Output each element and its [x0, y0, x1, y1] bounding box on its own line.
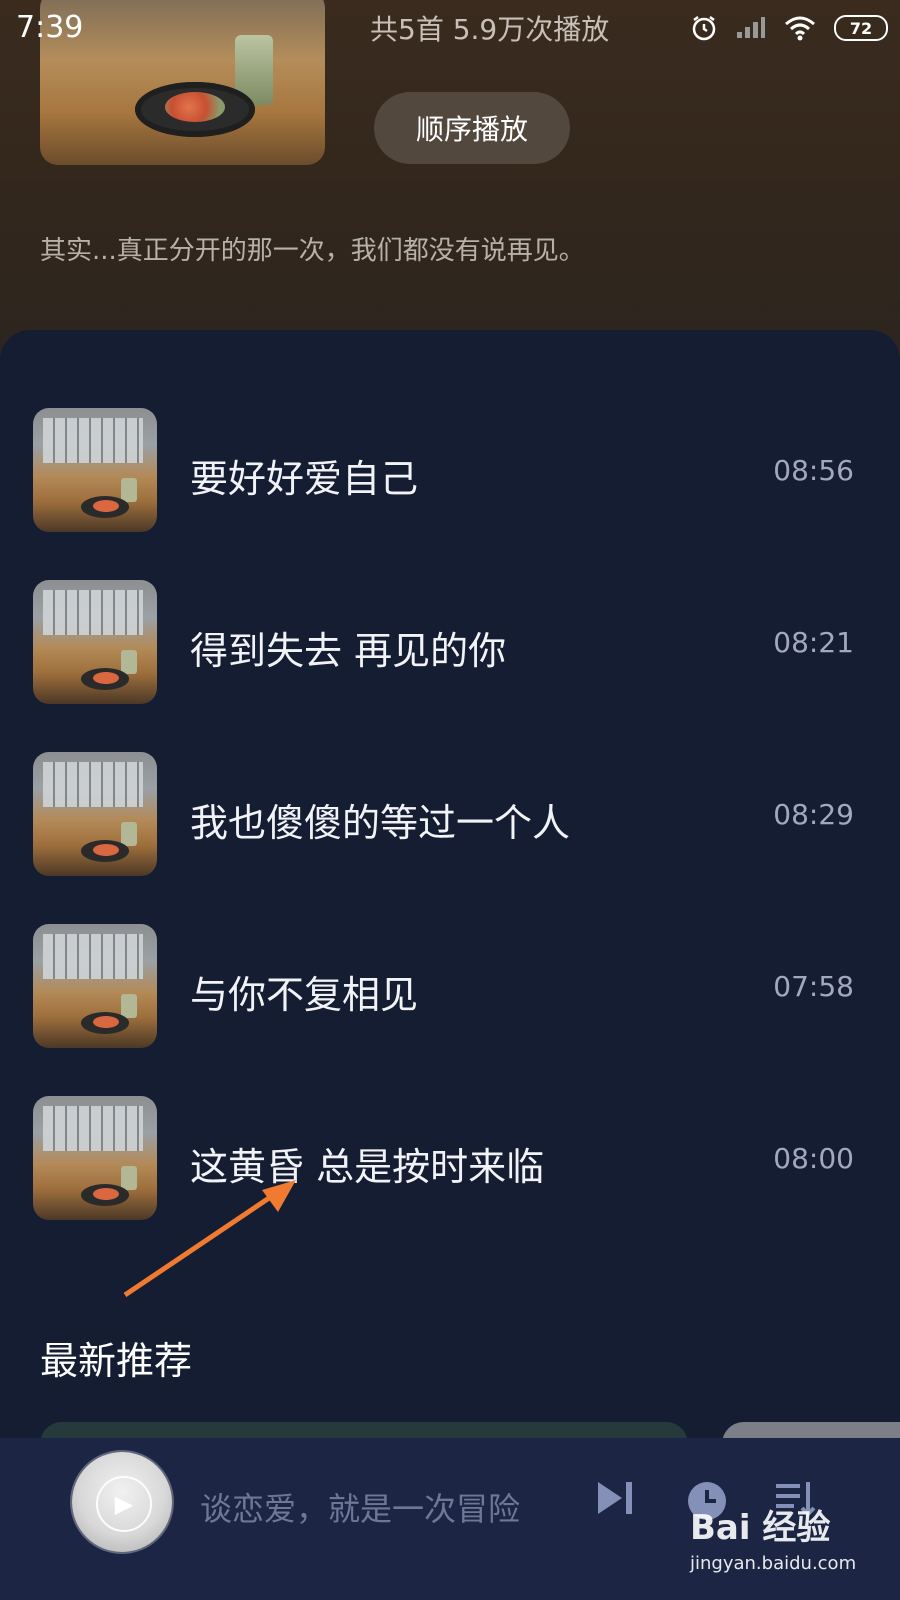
playlist-description: 其实...真正分开的那一次，我们都没有说再见。 [40, 236, 585, 266]
annotation-label: 最新推荐 [40, 1339, 193, 1383]
song-title: 与你不复相见 [190, 973, 419, 1017]
status-time: 7:39 [16, 10, 84, 45]
song-row[interactable]: 我也傻傻的等过一个人 08:29 [0, 752, 900, 876]
song-title: 得到失去 再见的你 [190, 629, 507, 673]
play-icon[interactable]: ▶ [96, 1476, 152, 1532]
watermark-url: jingyan.baidu.com [690, 1553, 857, 1574]
wifi-icon [785, 16, 815, 41]
battery-icon: 72 [834, 15, 888, 41]
playlist-stats: 共5首 5.9万次播放 [370, 13, 610, 46]
song-title: 这黄昏 总是按时来临 [190, 1145, 545, 1189]
song-thumbnail [33, 580, 157, 704]
song-thumbnail [33, 924, 157, 1048]
watermark-logo: Bai 经验 [690, 1508, 831, 1548]
song-row[interactable]: 这黄昏 总是按时来临 08:00 [0, 1096, 900, 1220]
now-playing-title[interactable]: 谈恋爱，就是一次冒险 [200, 1484, 520, 1530]
song-duration: 08:56 [773, 454, 854, 487]
signal-icon [737, 17, 765, 38]
alarm-icon [692, 16, 716, 41]
now-playing-cover[interactable]: ▶ [72, 1452, 172, 1552]
status-icons: 72 [690, 14, 888, 42]
song-title: 要好好爱自己 [190, 457, 419, 501]
song-duration: 07:58 [773, 970, 854, 1003]
song-thumbnail [33, 1096, 157, 1220]
next-icon[interactable] [596, 1480, 636, 1516]
song-duration: 08:00 [773, 1142, 854, 1175]
song-duration: 08:29 [773, 798, 854, 831]
song-title: 我也傻傻的等过一个人 [190, 801, 571, 845]
song-duration: 08:21 [773, 626, 854, 659]
song-thumbnail [33, 408, 157, 532]
song-row[interactable]: 得到失去 再见的你 08:21 [0, 580, 900, 704]
song-row[interactable]: 与你不复相见 07:58 [0, 924, 900, 1048]
play-order-button[interactable]: 顺序播放 [374, 92, 570, 164]
song-row[interactable]: 要好好爱自己 08:56 [0, 408, 900, 532]
song-thumbnail [33, 752, 157, 876]
baidu-watermark: Bai 经验 jingyan.baidu.com [690, 1500, 890, 1590]
